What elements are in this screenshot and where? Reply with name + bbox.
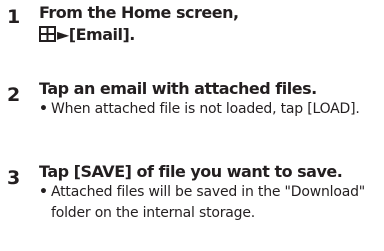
step-title-line-1: From the Home screen,: [39, 3, 239, 22]
apps-menu-icon: [39, 26, 56, 42]
step-title: Tap an email with attached files.: [39, 79, 317, 98]
bullet-marker: •: [39, 184, 48, 200]
step-note-text: When attached file is not loaded, tap [L…: [51, 101, 360, 117]
step-number: 1: [7, 6, 21, 28]
step-title: Tap [SAVE] of file you want to save.: [39, 162, 343, 181]
step-title: From the Home screen, ►[Email].: [39, 2, 239, 46]
step-number: 2: [7, 84, 21, 106]
step-number: 3: [7, 167, 21, 189]
step-note-text: Attached files will be saved in the "Dow…: [51, 184, 366, 221]
bullet-marker: •: [39, 101, 48, 117]
step-note: • Attached files will be saved in the "D…: [39, 182, 379, 224]
step-note: • When attached file is not loaded, tap …: [39, 99, 379, 120]
step-title-line-2: ►[Email].: [39, 24, 239, 46]
email-menu-path: ►[Email].: [57, 25, 135, 44]
